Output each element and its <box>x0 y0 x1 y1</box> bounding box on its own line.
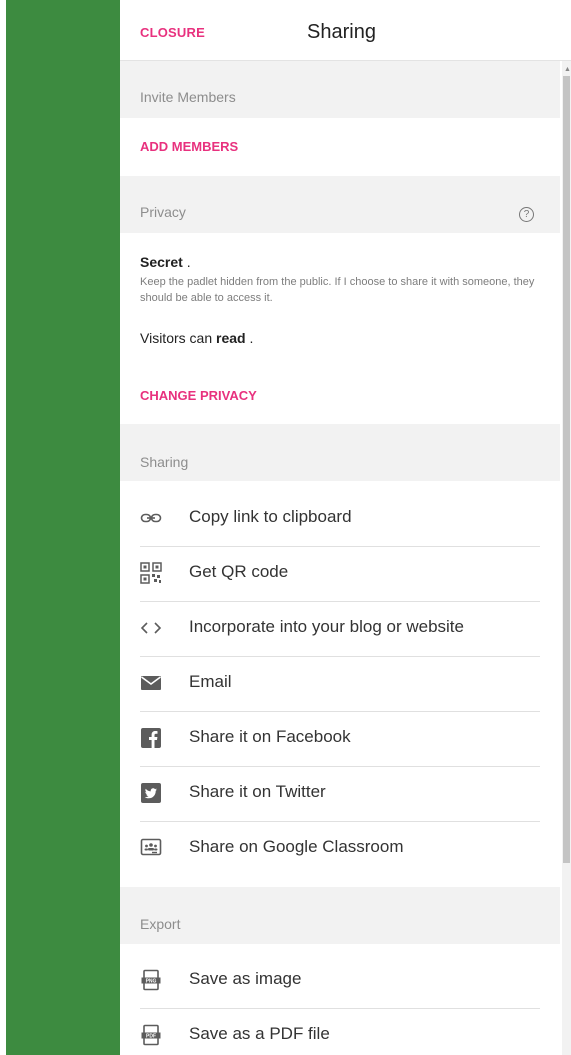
scroll-up-arrow-icon[interactable]: ▲ <box>564 66 571 73</box>
embed-item[interactable]: Incorporate into your blog or website <box>140 601 540 657</box>
export-section-label: Export <box>140 916 181 932</box>
pdf-file-icon: PDF <box>140 1024 162 1046</box>
svg-text:PNG: PNG <box>146 978 157 984</box>
item-label: Save as image <box>189 969 302 988</box>
sharing-panel: CLOSURE Sharing Invite Members ADD MEMBE… <box>120 0 571 1055</box>
export-section-header: Export <box>120 887 560 944</box>
visitor-permission-value: read <box>216 330 246 346</box>
sharing-section-label: Sharing <box>140 454 189 470</box>
mail-icon <box>140 672 162 694</box>
scrollbar-thumb[interactable] <box>563 76 570 863</box>
twitter-item[interactable]: Share it on Twitter <box>140 766 540 822</box>
item-label: Save as a PDF file <box>189 1024 330 1043</box>
privacy-level-name: Secret <box>140 254 183 270</box>
facebook-icon <box>140 727 162 749</box>
google-classroom-icon <box>140 837 162 859</box>
padlet-background <box>6 0 120 1055</box>
privacy-section-label: Privacy <box>140 204 186 220</box>
google-classroom-item[interactable]: Share on Google Classroom <box>140 821 540 876</box>
png-file-icon: PNG <box>140 969 162 991</box>
item-label: Share it on Facebook <box>189 727 351 746</box>
item-label: Share on Google Classroom <box>189 837 404 856</box>
qr-code-item[interactable]: Get QR code <box>140 546 540 602</box>
help-icon[interactable]: ? <box>519 207 534 222</box>
save-pdf-item[interactable]: PDF Save as a PDF file <box>140 1008 540 1055</box>
item-label: Get QR code <box>189 562 289 581</box>
privacy-section-header: Privacy <box>120 176 560 233</box>
email-item[interactable]: Email <box>140 656 540 712</box>
code-icon <box>140 617 162 639</box>
invite-section-header: Invite Members <box>120 61 560 118</box>
close-button[interactable]: CLOSURE <box>140 25 205 40</box>
sharing-section-header: Sharing <box>120 424 560 481</box>
save-image-item[interactable]: PNG Save as image <box>140 953 540 1009</box>
qr-code-icon <box>140 562 162 584</box>
item-label: Email <box>189 672 232 691</box>
visitor-permission: Visitors can read . <box>140 330 254 346</box>
item-label: Copy link to clipboard <box>189 507 352 526</box>
facebook-item[interactable]: Share it on Facebook <box>140 711 540 767</box>
add-members-button[interactable]: ADD MEMBERS <box>140 139 238 154</box>
item-label: Share it on Twitter <box>189 782 326 801</box>
panel-title: Sharing <box>307 21 376 43</box>
svg-text:PDF: PDF <box>146 1033 156 1039</box>
copy-link-item[interactable]: Copy link to clipboard <box>140 491 540 547</box>
invite-section-label: Invite Members <box>140 89 236 105</box>
link-icon <box>140 507 162 529</box>
item-label: Incorporate into your blog or website <box>189 617 464 636</box>
twitter-icon <box>140 782 162 804</box>
change-privacy-button[interactable]: CHANGE PRIVACY <box>140 388 257 403</box>
privacy-description: Keep the padlet hidden from the public. … <box>140 276 535 304</box>
privacy-level: Secret . <box>140 254 191 270</box>
panel-header: CLOSURE Sharing <box>120 0 571 61</box>
